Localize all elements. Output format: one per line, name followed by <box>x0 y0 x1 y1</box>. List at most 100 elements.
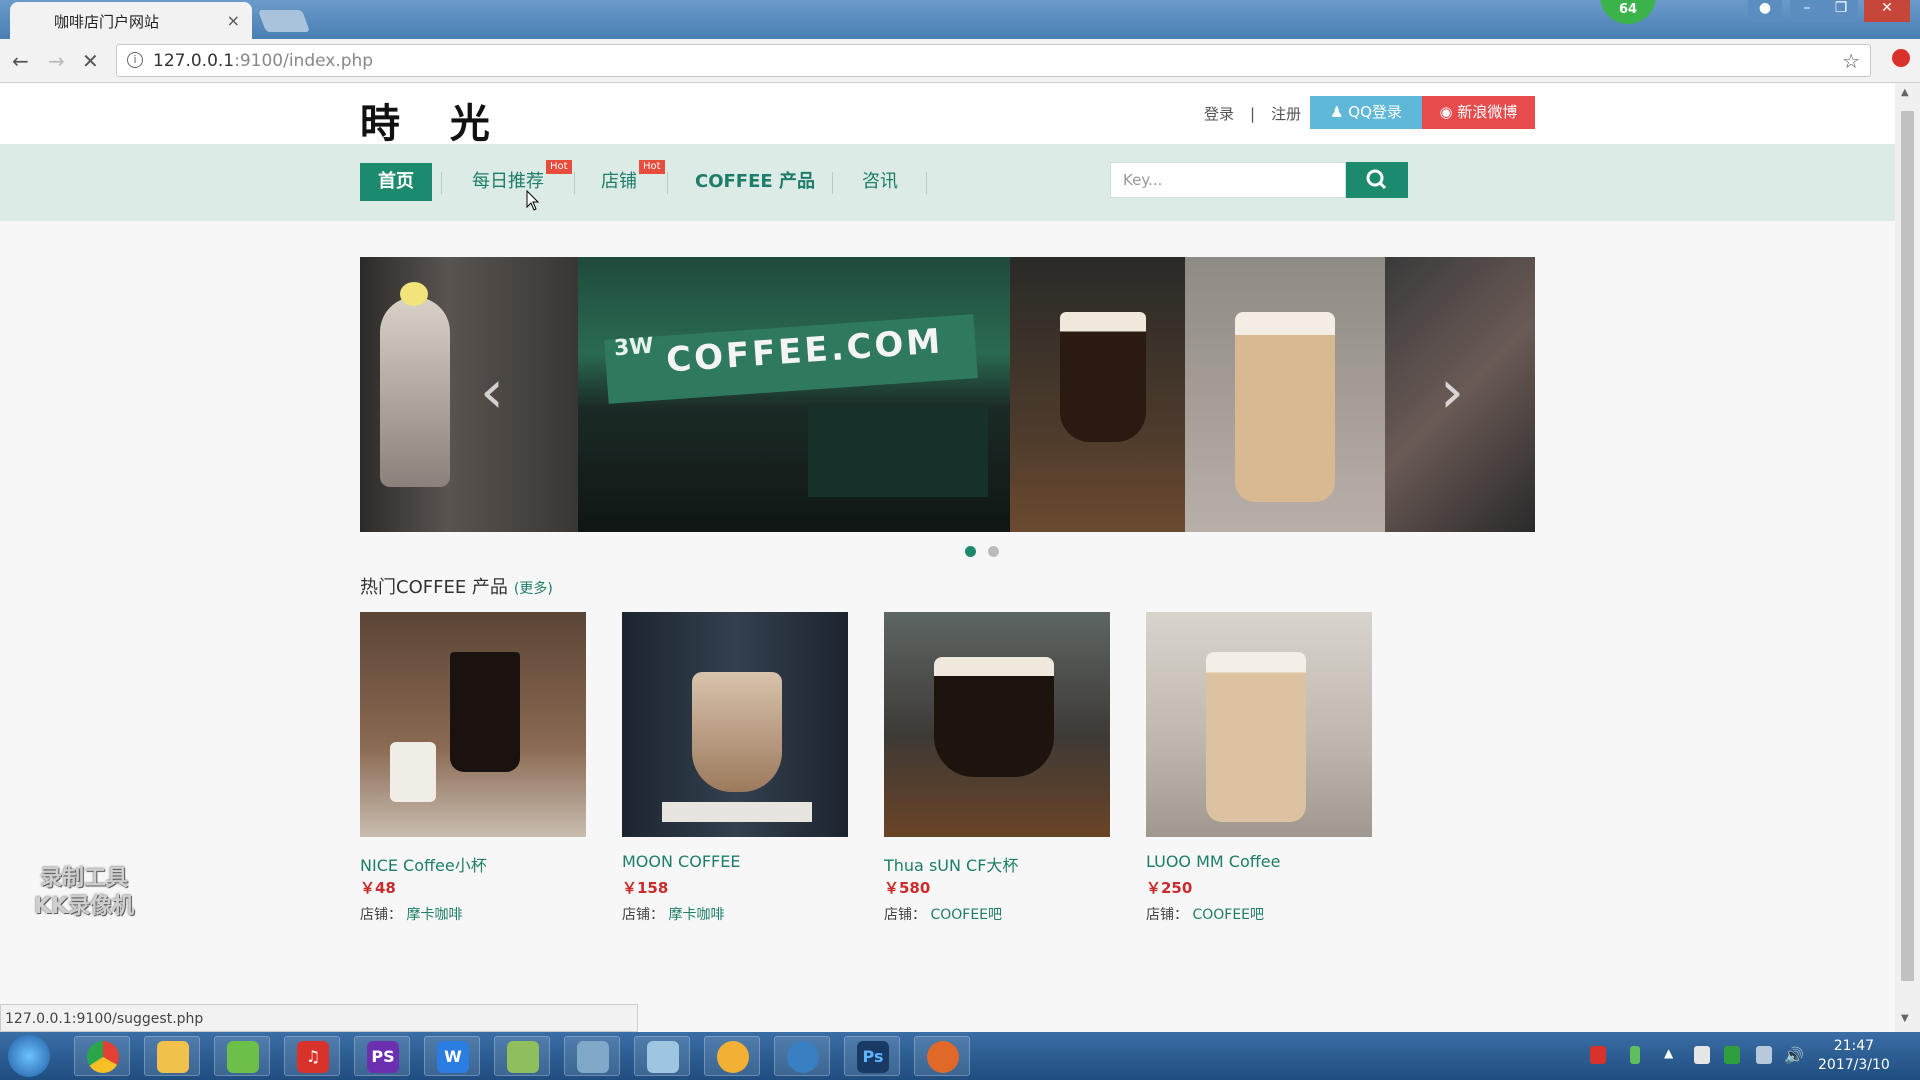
palette-icon <box>717 1041 749 1073</box>
sogou-icon[interactable] <box>1590 1046 1606 1064</box>
nav-item-news[interactable]: 咨讯 <box>862 163 898 201</box>
scroll-down-icon[interactable]: ▼ <box>1901 1013 1909 1024</box>
product-shop: 店铺： 摩卡咖啡 <box>360 907 463 923</box>
product-shop: 店铺： COOFEE吧 <box>884 907 1003 923</box>
system-clock[interactable]: 21:47 2017/3/10 <box>1818 1037 1890 1075</box>
web-page: 時 光 登录 | 注册 ♟ QQ登录 ◉ 新浪微博 首页 每日推荐 Hot 店铺 H… <box>0 83 1895 1032</box>
nav-item-shops[interactable]: 店铺 <box>601 163 637 201</box>
windows-taskbar: ♫ PS W Ps ▲ 🔊 21:47 2017/3/10 <box>0 1032 1920 1080</box>
link-separator: | <box>1250 105 1256 123</box>
feed-app[interactable] <box>214 1036 270 1076</box>
shop-link[interactable]: COOFEE吧 <box>930 907 1002 923</box>
tab-title: 咖啡店门户网站 <box>54 13 160 31</box>
address-toolbar: ← → ✕ i 127.0.0.1:9100/index.php ☆ <box>0 39 1920 83</box>
product-card[interactable]: NICE Coffee小杯 ￥48 店铺： 摩卡咖啡 <box>360 612 586 923</box>
new-tab-button[interactable] <box>257 10 311 32</box>
banner-photo-latte <box>1185 257 1385 532</box>
wps-app[interactable]: W <box>424 1036 480 1076</box>
chrome-app[interactable] <box>74 1036 130 1076</box>
paint-app[interactable] <box>704 1036 760 1076</box>
main-nav: 首页 每日推荐 Hot 店铺 Hot COFFEE 产品 咨讯 Key... <box>0 144 1895 221</box>
product-name[interactable]: MOON COFFEE <box>622 852 740 871</box>
info-icon[interactable]: i <box>127 52 143 68</box>
nav-divider <box>926 172 927 194</box>
nav-divider <box>441 172 442 194</box>
device-icon[interactable] <box>1694 1046 1710 1064</box>
explorer-app[interactable] <box>144 1036 200 1076</box>
notepad-app[interactable] <box>494 1036 550 1076</box>
product-image[interactable] <box>1146 612 1372 837</box>
product-card[interactable]: LUOO MM Coffee ￥250 店铺： COOFEE吧 <box>1146 612 1372 923</box>
files-app[interactable] <box>634 1036 690 1076</box>
minimize-button[interactable]: – <box>1790 0 1824 22</box>
bookmark-star-icon[interactable]: ☆ <box>1842 49 1860 73</box>
back-arrow-icon[interactable]: ← <box>12 49 29 73</box>
browser-tabbar: 咖啡店门户网站 × 64 ● – ❐ ✕ <box>0 0 1920 39</box>
weibo-icon: ◉ <box>1439 103 1453 121</box>
network-signal-icon[interactable] <box>1756 1046 1772 1064</box>
url-bar[interactable]: i 127.0.0.1:9100/index.php ☆ <box>116 44 1871 77</box>
more-link[interactable]: (更多) <box>514 581 553 597</box>
carousel-dot[interactable] <box>988 546 999 557</box>
product-name[interactable]: NICE Coffee小杯 <box>360 852 487 876</box>
shop-link[interactable]: 摩卡咖啡 <box>668 907 724 923</box>
carousel-next-icon[interactable]: › <box>1440 357 1464 427</box>
product-image[interactable] <box>622 612 848 837</box>
hero-carousel[interactable]: 3W COFFEE.COM ‹ › <box>360 257 1535 532</box>
leaf-icon <box>227 1041 259 1073</box>
hot-badge: Hot <box>546 160 572 174</box>
weibo-login-button[interactable]: ◉ 新浪微博 <box>1422 96 1535 129</box>
scroll-up-icon[interactable]: ▲ <box>1901 87 1909 98</box>
photoshop-app[interactable]: Ps <box>844 1036 900 1076</box>
qq-login-button[interactable]: ♟ QQ登录 <box>1310 96 1422 129</box>
stop-loading-icon[interactable]: ✕ <box>82 49 99 73</box>
shop-link[interactable]: 摩卡咖啡 <box>406 907 462 923</box>
search-button[interactable] <box>1346 162 1408 198</box>
carousel-dot[interactable] <box>965 546 976 557</box>
product-image[interactable] <box>884 612 1110 837</box>
start-button[interactable] <box>8 1035 50 1077</box>
url-text[interactable]: 127.0.0.1:9100/index.php <box>153 51 373 71</box>
auth-links: 登录 | 注册 <box>1196 103 1309 124</box>
tray-expand-icon[interactable]: ▲ <box>1664 1046 1680 1064</box>
close-tab-icon[interactable]: × <box>227 11 240 30</box>
nav-item-home[interactable]: 首页 <box>360 163 432 201</box>
product-image[interactable] <box>360 612 586 837</box>
product-name[interactable]: Thua sUN CF大杯 <box>884 852 1018 876</box>
forward-arrow-icon[interactable]: → <box>48 49 65 73</box>
page-scrollbar[interactable]: ▲ ▼ <box>1895 83 1920 1032</box>
banner-photo-woman <box>360 257 578 532</box>
battery-icon[interactable] <box>1630 1046 1640 1064</box>
product-name[interactable]: LUOO MM Coffee <box>1146 852 1280 871</box>
recorder-app[interactable] <box>914 1036 970 1076</box>
browser-tab[interactable]: 咖啡店门户网站 × <box>10 2 252 39</box>
maximize-button[interactable]: ❐ <box>1824 0 1858 22</box>
shop-link[interactable]: COOFEE吧 <box>1192 907 1264 923</box>
product-card[interactable]: Thua sUN CF大杯 ￥580 店铺： COOFEE吧 <box>884 612 1110 923</box>
search-input[interactable]: Key... <box>1110 162 1346 198</box>
volume-icon[interactable]: 🔊 <box>1784 1046 1804 1065</box>
phpstorm-app[interactable]: PS <box>354 1036 410 1076</box>
extension-icon[interactable] <box>1892 49 1910 67</box>
recorder-watermark: 录制工具 KK录像机 <box>34 866 135 919</box>
site-logo[interactable]: 時 光 <box>360 91 508 149</box>
security-icon[interactable] <box>1724 1046 1740 1064</box>
network-icon <box>787 1041 819 1073</box>
profile-badge[interactable]: 64 <box>1600 0 1656 24</box>
user-icon[interactable]: ● <box>1748 0 1782 22</box>
search-icon <box>1366 169 1387 190</box>
carousel-prev-icon[interactable]: ‹ <box>480 357 504 427</box>
status-bar: 127.0.0.1:9100/suggest.php <box>0 1004 638 1032</box>
register-link[interactable]: 注册 <box>1271 105 1301 123</box>
section-title: 热门COFFEE 产品 (更多) <box>360 577 553 598</box>
nav-item-coffee-products[interactable]: COFFEE 产品 <box>695 163 815 201</box>
product-card[interactable]: MOON COFFEE ￥158 店铺： 摩卡咖啡 <box>622 612 848 923</box>
wps-icon: W <box>437 1041 469 1073</box>
close-window-button[interactable]: ✕ <box>1864 0 1910 22</box>
netease-music-app[interactable]: ♫ <box>284 1036 340 1076</box>
remote-app[interactable] <box>564 1036 620 1076</box>
network-app[interactable] <box>774 1036 830 1076</box>
hot-badge: Hot <box>639 160 665 174</box>
scroll-thumb[interactable] <box>1901 111 1914 981</box>
login-link[interactable]: 登录 <box>1204 105 1234 123</box>
